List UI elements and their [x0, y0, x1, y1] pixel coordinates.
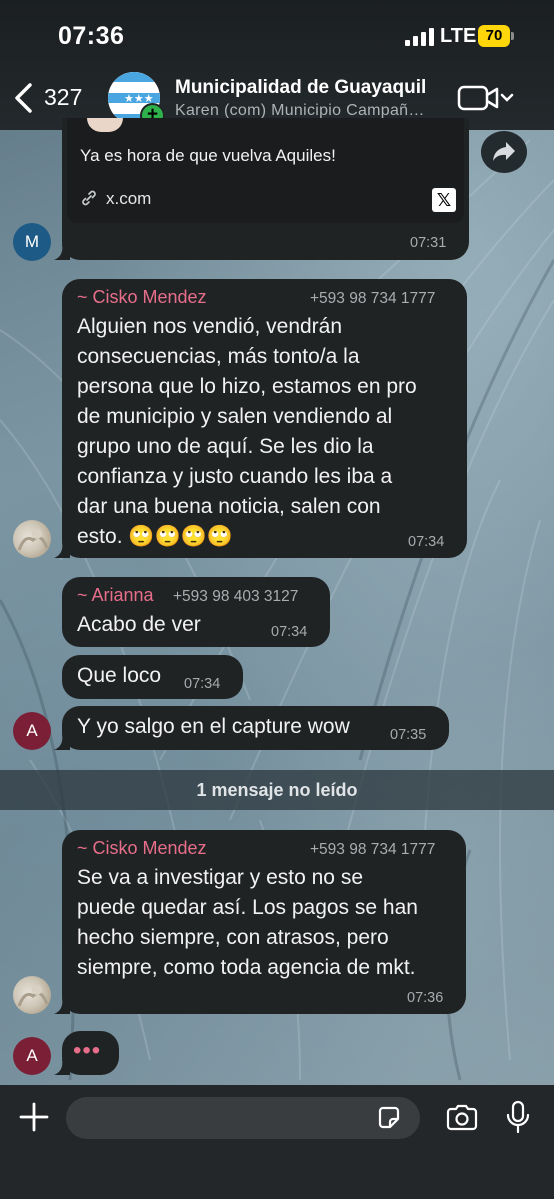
message-line: Alguien nos vendió, vendrán	[77, 315, 343, 338]
share-arrow-icon	[493, 142, 515, 161]
message-line: confianza y justo cuando les iba a	[77, 465, 393, 488]
bubble-tail	[54, 542, 70, 558]
back-unread-count[interactable]: 327	[44, 84, 82, 111]
chevron-down-icon	[500, 93, 514, 102]
link-preview-card[interactable]: Ya es hora de que vuelva Aquiles! x.com …	[67, 118, 464, 223]
avatar-m[interactable]: M	[13, 223, 51, 261]
sender-phone[interactable]: +593 98 734 1777	[310, 290, 435, 308]
message-text: Se va a investigar y esto no se puede qu…	[77, 863, 418, 983]
message-text: Alguien nos vendió, vendrán consecuencia…	[77, 312, 417, 552]
message-line: esto. 🙄🙄🙄🙄	[77, 525, 233, 548]
profile-photo-icon	[17, 985, 49, 1007]
cellular-signal-icon	[405, 28, 434, 46]
forward-button[interactable]	[481, 131, 527, 173]
group-title[interactable]: Municipalidad de Guayaquil	[175, 77, 426, 99]
preview-image-fragment	[87, 118, 123, 132]
message-line: de municipio y salen vendiendo al	[77, 405, 393, 428]
message-time: 07:36	[407, 990, 444, 1006]
bubble-tail	[54, 244, 70, 260]
message-input[interactable]	[66, 1097, 420, 1139]
message-time: 07:31	[410, 235, 447, 251]
message-bubble-cisko-1[interactable]: ~ Cisko Mendez +593 98 734 1777 Alguien …	[62, 279, 467, 558]
bubble-tail	[54, 734, 70, 750]
profile-photo-icon	[17, 529, 49, 551]
typing-indicator: •••	[62, 1031, 119, 1075]
network-type: LTE	[440, 25, 477, 47]
video-call-icon[interactable]	[457, 84, 517, 112]
message-bubble-cisko-2[interactable]: ~ Cisko Mendez +593 98 734 1777 Se va a …	[62, 830, 466, 1014]
camera-icon[interactable]	[445, 1104, 479, 1132]
battery-level: 70	[478, 25, 510, 47]
avatar-cisko[interactable]	[13, 520, 51, 558]
sender-phone[interactable]: +593 98 734 1777	[310, 841, 435, 859]
message-time: 07:34	[408, 534, 445, 550]
sender-name[interactable]: ~ Cisko Mendez	[77, 287, 207, 308]
message-line: consecuencias, más tonto/a la	[77, 345, 360, 368]
message-line: siempre, como toda agencia de mkt.	[77, 956, 416, 979]
message-bubble-arianna-3[interactable]: Y yo salgo en el capture wow 07:35	[62, 706, 449, 750]
typing-dots: •••	[73, 1037, 102, 1064]
microphone-icon[interactable]	[506, 1100, 530, 1134]
message-line: dar una buena noticia, salen con	[77, 495, 381, 518]
message-line: Se va a investigar y esto no se	[77, 866, 363, 889]
message-line: puede quedar así. Los pagos se han	[77, 896, 418, 919]
sender-name[interactable]: ~ Arianna	[77, 585, 154, 606]
message-time: 07:34	[184, 676, 221, 692]
bubble-tail	[54, 998, 70, 1014]
avatar-cisko[interactable]	[13, 976, 51, 1014]
message-line: persona que lo hizo, estamos en pro	[77, 375, 417, 398]
link-icon	[82, 190, 96, 206]
message-bubble-arianna-1[interactable]: ~ Arianna +593 98 403 3127 Acabo de ver …	[62, 577, 330, 647]
link-domain[interactable]: x.com	[106, 189, 151, 209]
avatar-a[interactable]: A	[13, 712, 51, 750]
attach-plus-icon[interactable]	[18, 1101, 50, 1133]
message-time: 07:34	[271, 624, 308, 640]
message-text: Y yo salgo en el capture wow	[77, 715, 350, 738]
battery-icon: 70	[478, 25, 514, 47]
message-line: grupo uno de aquí. Se les dio la	[77, 435, 374, 458]
sender-name[interactable]: ~ Cisko Mendez	[77, 838, 207, 859]
x-logo-icon: 𝕏	[432, 188, 456, 212]
sender-phone[interactable]: +593 98 403 3127	[173, 588, 298, 606]
unread-divider: 1 mensaje no leído	[0, 770, 554, 810]
message-bubble-arianna-2[interactable]: Que loco 07:34	[62, 655, 243, 699]
message-line: hecho siempre, con atrasos, pero	[77, 926, 389, 949]
bubble-tail	[54, 1059, 70, 1075]
link-preview-text: Ya es hora de que vuelva Aquiles!	[80, 146, 336, 165]
link-preview-message[interactable]: Ya es hora de que vuelva Aquiles! x.com …	[62, 118, 469, 260]
avatar-a[interactable]: A	[13, 1037, 51, 1075]
top-bar: 07:36 LTE 70 327 ★★★ + Municipalidad de …	[0, 0, 554, 130]
chevron-left-icon[interactable]	[10, 80, 40, 116]
message-text: Que loco	[77, 664, 162, 687]
status-time: 07:36	[58, 22, 125, 50]
sticker-icon[interactable]	[376, 1105, 402, 1131]
message-text: Acabo de ver	[77, 613, 201, 636]
message-time: 07:35	[390, 727, 427, 743]
